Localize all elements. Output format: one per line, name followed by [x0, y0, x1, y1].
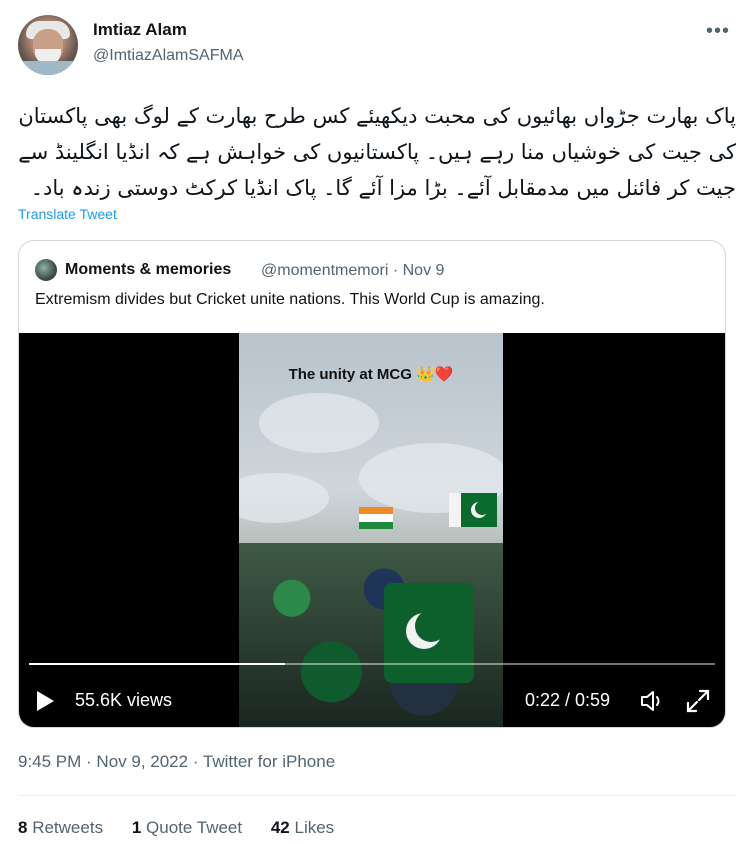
translate-tweet-link[interactable]: Translate Tweet: [18, 206, 117, 222]
video-progress-fill: [29, 663, 285, 665]
avatar-shirt: [18, 61, 78, 75]
likes-stat[interactable]: 42 Likes: [271, 818, 334, 837]
quotes-count: 1: [131, 818, 142, 837]
quoted-tweet[interactable]: Moments & memories @momentmemori · Nov 9…: [18, 240, 726, 728]
retweets-label: Retweets: [32, 818, 104, 837]
video-frame: The unity at MCG 👑❤️: [239, 333, 503, 727]
quotes-label: Quote Tweet: [146, 818, 243, 837]
volume-icon[interactable]: [639, 688, 665, 714]
quoted-author-avatar[interactable]: [35, 259, 57, 281]
retweets-count: 8: [18, 818, 28, 837]
quoted-author-name[interactable]: Moments & memories: [65, 261, 231, 279]
tweet-stats: 8 Retweets 1 Quote Tweet 42 Likes: [18, 818, 358, 838]
video-player[interactable]: The unity at MCG 👑❤️ 55.6K views 0:22 / …: [19, 333, 725, 727]
pakistan-flag-icon: [449, 493, 497, 527]
quote-tweets-stat[interactable]: 1 Quote Tweet: [132, 818, 242, 837]
likes-label: Likes: [294, 818, 335, 837]
video-views: 55.6K views: [75, 690, 173, 710]
quoted-author-handle[interactable]: @momentmemori: [261, 262, 388, 279]
author-handle[interactable]: @ImtiazAlamSAFMA: [93, 47, 243, 65]
video-caption: The unity at MCG 👑❤️: [288, 366, 454, 383]
tweet-text: پاک بھارت جڑواں بھائیوں کی محبت دیکھیئے …: [18, 104, 736, 200]
quoted-tweet-date[interactable]: Nov 9: [403, 262, 445, 279]
tweet-timestamp[interactable]: 9:45 PM · Nov 9, 2022 · Twitter for iPho…: [18, 752, 335, 772]
pakistan-flag-large-icon: [384, 583, 474, 683]
india-flag-icon: [359, 507, 393, 529]
divider: [18, 795, 736, 796]
author-avatar[interactable]: [18, 15, 78, 75]
meta-separator: ·: [392, 262, 399, 279]
retweets-stat[interactable]: 8 Retweets: [18, 818, 103, 837]
play-icon[interactable]: [37, 691, 54, 711]
more-icon[interactable]: •••: [706, 20, 730, 43]
quoted-tweet-text: Extremism divides but Cricket unite nati…: [35, 291, 545, 308]
likes-count: 42: [270, 818, 290, 837]
quoted-author-meta: @momentmemori · Nov 9: [261, 262, 444, 280]
author-name[interactable]: Imtiaz Alam: [93, 20, 187, 40]
video-progress-bar[interactable]: [29, 663, 715, 665]
video-time: 0:22 / 0:59: [525, 690, 611, 710]
fullscreen-icon[interactable]: [685, 688, 711, 714]
